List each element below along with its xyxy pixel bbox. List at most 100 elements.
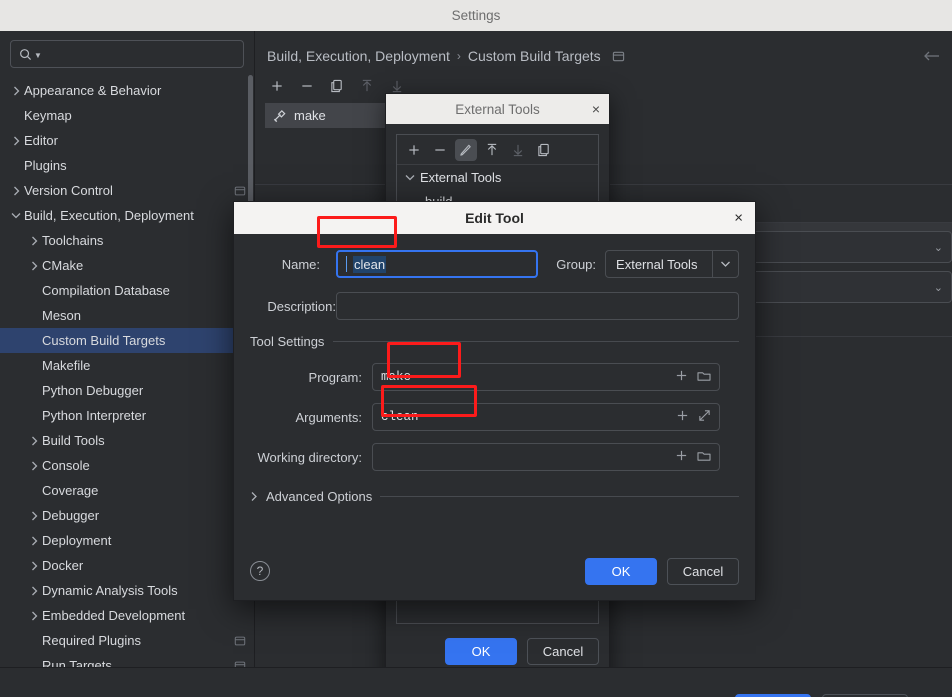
sidebar-item-docker[interactable]: Docker: [0, 553, 254, 578]
description-input[interactable]: [336, 292, 739, 320]
name-input[interactable]: clean: [336, 250, 539, 278]
copy-tool-button[interactable]: [533, 139, 555, 161]
sidebar-item-console[interactable]: Console: [0, 453, 254, 478]
sidebar-item-custom-build-targets[interactable]: Custom Build Targets: [0, 328, 254, 353]
search-input[interactable]: [45, 46, 235, 62]
chevron-right-icon[interactable]: [26, 461, 42, 471]
arguments-label: Arguments:: [295, 409, 362, 425]
chevron-down-icon[interactable]: [712, 251, 738, 277]
chevron-right-icon[interactable]: [8, 136, 24, 146]
sidebar-item-version-control[interactable]: Version Control: [0, 178, 254, 203]
external-tools-ok-button[interactable]: OK: [445, 638, 517, 665]
chevron-right-icon[interactable]: [26, 436, 42, 446]
remove-target-button[interactable]: [295, 74, 319, 98]
chevron-right-icon[interactable]: [26, 611, 42, 621]
edit-tool-title: Edit Tool: [465, 210, 524, 226]
chevron-right-icon[interactable]: [26, 236, 42, 246]
move-up-button[interactable]: [481, 139, 503, 161]
chevron-right-icon[interactable]: [26, 586, 42, 596]
advanced-options-header[interactable]: Advanced Options: [250, 489, 739, 504]
insert-macro-icon[interactable]: [676, 409, 689, 425]
sidebar-item-embedded-development[interactable]: Embedded Development: [0, 603, 254, 628]
insert-macro-icon[interactable]: [675, 369, 688, 385]
settings-sidebar: ▼ Appearance & Behavior Keymap Editor Plugi…: [0, 31, 255, 673]
group-label: Group:: [556, 256, 597, 272]
external-tools-cancel-button[interactable]: Cancel: [527, 638, 599, 665]
settings-footer: [0, 667, 952, 697]
sidebar-item-coverage[interactable]: Coverage: [0, 478, 254, 503]
program-input-value: make: [381, 370, 412, 384]
close-icon[interactable]: ×: [734, 211, 743, 226]
sidebar-item-dynamic-analysis-tools[interactable]: Dynamic Analysis Tools: [0, 578, 254, 603]
sidebar-item-label: Dynamic Analysis Tools: [42, 583, 178, 598]
add-target-button[interactable]: [265, 74, 289, 98]
breadcrumb-part-1[interactable]: Custom Build Targets: [468, 48, 601, 64]
browse-folder-icon[interactable]: [697, 370, 711, 385]
sidebar-item-deployment[interactable]: Deployment: [0, 528, 254, 553]
sidebar-item-required-plugins[interactable]: Required Plugins: [0, 628, 254, 653]
chevron-right-icon[interactable]: [26, 561, 42, 571]
sidebar-item-compilation-database[interactable]: Compilation Database: [0, 278, 254, 303]
sidebar-item-makefile[interactable]: Makefile: [0, 353, 254, 378]
group-combobox[interactable]: External Tools: [605, 250, 739, 278]
chevron-right-icon[interactable]: [8, 186, 24, 196]
chevron-down-icon[interactable]: [8, 212, 24, 219]
sidebar-item-toolchains[interactable]: Toolchains: [0, 228, 254, 253]
sidebar-item-build-tools[interactable]: Build Tools: [0, 428, 254, 453]
description-row: Description:: [250, 292, 739, 320]
sidebar-item-cmake[interactable]: CMake: [0, 253, 254, 278]
chevron-right-icon[interactable]: [26, 511, 42, 521]
program-input[interactable]: make: [372, 363, 720, 391]
browse-folder-icon[interactable]: [697, 450, 711, 465]
window-titlebar: Settings: [0, 0, 952, 31]
chevron-right-icon[interactable]: [8, 86, 24, 96]
sidebar-item-debugger[interactable]: Debugger: [0, 503, 254, 528]
help-button[interactable]: ?: [250, 561, 270, 581]
arguments-field-icons: [676, 409, 711, 425]
sidebar-item-label: Editor: [24, 133, 58, 148]
arguments-input[interactable]: clean: [372, 403, 720, 431]
external-tools-title: External Tools: [455, 101, 540, 117]
chevron-right-icon[interactable]: [26, 536, 42, 546]
external-tools-tree-row[interactable]: External Tools: [397, 165, 598, 189]
remove-tool-button[interactable]: [429, 139, 451, 161]
section-divider: [333, 341, 739, 342]
close-icon[interactable]: ×: [592, 102, 600, 116]
sidebar-item-label: Embedded Development: [42, 608, 186, 623]
rollback-icon[interactable]: [922, 50, 940, 62]
sidebar-item-python-debugger[interactable]: Python Debugger: [0, 378, 254, 403]
copy-target-button[interactable]: [325, 74, 349, 98]
add-tool-button[interactable]: [403, 139, 425, 161]
search-dropdown-icon[interactable]: ▼: [34, 52, 42, 60]
target-list-item-label: make: [294, 108, 326, 123]
sidebar-item-plugins[interactable]: Plugins: [0, 153, 254, 178]
chevron-right-icon[interactable]: [26, 261, 42, 271]
sidebar-item-appearance-behavior[interactable]: Appearance & Behavior: [0, 78, 254, 103]
edit-tool-footer: ? OK Cancel: [234, 542, 755, 600]
expand-editor-icon[interactable]: [698, 409, 711, 425]
name-input-value: clean: [353, 255, 387, 273]
chevron-down-icon[interactable]: [405, 174, 415, 181]
external-tools-toolbar: [397, 135, 598, 165]
name-row: Name: clean Group: External Tools: [250, 250, 739, 278]
window-title: Settings: [451, 8, 501, 23]
sidebar-item-editor[interactable]: Editor: [0, 128, 254, 153]
sidebar-item-keymap[interactable]: Keymap: [0, 103, 254, 128]
search-box[interactable]: ▼: [10, 40, 244, 68]
sidebar-item-python-interpreter[interactable]: Python Interpreter: [0, 403, 254, 428]
name-label: Name:: [281, 256, 320, 272]
sidebar-item-meson[interactable]: Meson: [0, 303, 254, 328]
arguments-row: Arguments: clean: [250, 403, 739, 431]
sidebar-item-label: Keymap: [24, 108, 72, 123]
arguments-input-value: clean: [381, 410, 419, 424]
sidebar-item-label: Required Plugins: [42, 633, 142, 648]
sidebar-item-build-execution-deployment[interactable]: Build, Execution, Deployment: [0, 203, 254, 228]
edit-tool-ok-button[interactable]: OK: [585, 557, 657, 585]
insert-macro-icon[interactable]: [675, 449, 688, 465]
text-caret: [346, 256, 347, 272]
breadcrumb-part-0[interactable]: Build, Execution, Deployment: [267, 48, 450, 64]
target-list-item[interactable]: make: [265, 103, 401, 128]
edit-tool-button[interactable]: [455, 138, 477, 161]
working-directory-input[interactable]: [372, 443, 720, 471]
edit-tool-cancel-button[interactable]: Cancel: [667, 557, 739, 585]
